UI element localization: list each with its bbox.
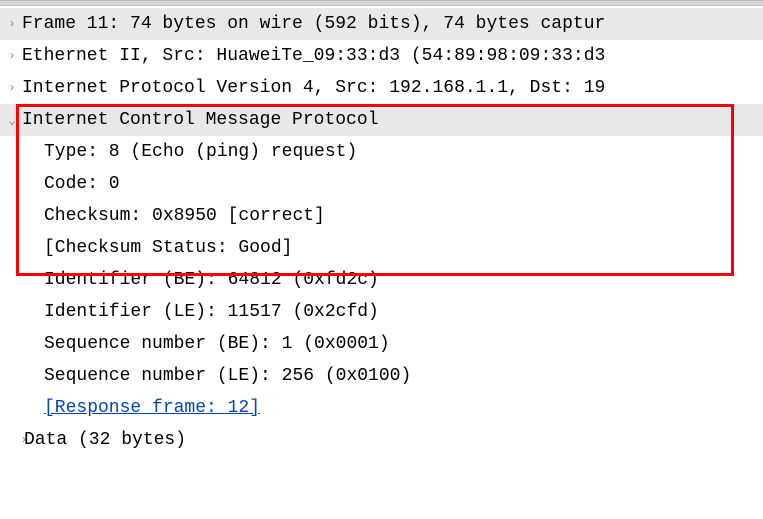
response-frame-link[interactable]: [Response frame: 12] — [22, 398, 260, 418]
chevron-right-icon[interactable]: › — [2, 433, 24, 447]
icmp-id-be-row[interactable]: Identifier (BE): 64812 (0xfd2c) — [0, 264, 763, 296]
icmp-seq-le: Sequence number (LE): 256 (0x0100) — [22, 366, 411, 386]
icmp-id-le: Identifier (LE): 11517 (0x2cfd) — [22, 302, 379, 322]
chevron-down-icon[interactable]: ⌄ — [2, 113, 22, 128]
icmp-checksum: Checksum: 0x8950 [correct] — [22, 206, 325, 226]
icmp-data-row[interactable]: › Data (32 bytes) — [0, 424, 763, 456]
tree-item-icmp[interactable]: ⌄ Internet Control Message Protocol — [0, 104, 763, 136]
icmp-id-le-row[interactable]: Identifier (LE): 11517 (0x2cfd) — [0, 296, 763, 328]
frame-summary: Frame 11: 74 bytes on wire (592 bits), 7… — [22, 14, 605, 34]
icmp-data: Data (32 bytes) — [24, 430, 186, 450]
tree-item-ip[interactable]: › Internet Protocol Version 4, Src: 192.… — [0, 72, 763, 104]
ip-summary: Internet Protocol Version 4, Src: 192.16… — [22, 78, 605, 98]
divider — [0, 0, 763, 6]
icmp-type-row[interactable]: Type: 8 (Echo (ping) request) — [0, 136, 763, 168]
tree-item-frame[interactable]: › Frame 11: 74 bytes on wire (592 bits),… — [0, 8, 763, 40]
chevron-right-icon[interactable]: › — [2, 17, 22, 31]
icmp-response-row[interactable]: [Response frame: 12] — [0, 392, 763, 424]
icmp-id-be: Identifier (BE): 64812 (0xfd2c) — [22, 270, 379, 290]
icmp-type: Type: 8 (Echo (ping) request) — [22, 142, 357, 162]
icmp-seq-be-row[interactable]: Sequence number (BE): 1 (0x0001) — [0, 328, 763, 360]
packet-details-panel: › Frame 11: 74 bytes on wire (592 bits),… — [0, 0, 763, 519]
icmp-code: Code: 0 — [22, 174, 120, 194]
icmp-code-row[interactable]: Code: 0 — [0, 168, 763, 200]
icmp-checksum-status: [Checksum Status: Good] — [22, 238, 292, 258]
chevron-right-icon[interactable]: › — [2, 49, 22, 63]
ethernet-summary: Ethernet II, Src: HuaweiTe_09:33:d3 (54:… — [22, 46, 605, 66]
icmp-seq-be: Sequence number (BE): 1 (0x0001) — [22, 334, 390, 354]
tree-item-ethernet[interactable]: › Ethernet II, Src: HuaweiTe_09:33:d3 (5… — [0, 40, 763, 72]
icmp-checksum-status-row[interactable]: [Checksum Status: Good] — [0, 232, 763, 264]
icmp-seq-le-row[interactable]: Sequence number (LE): 256 (0x0100) — [0, 360, 763, 392]
chevron-right-icon[interactable]: › — [2, 81, 22, 95]
icmp-checksum-row[interactable]: Checksum: 0x8950 [correct] — [0, 200, 763, 232]
icmp-header: Internet Control Message Protocol — [22, 110, 378, 130]
